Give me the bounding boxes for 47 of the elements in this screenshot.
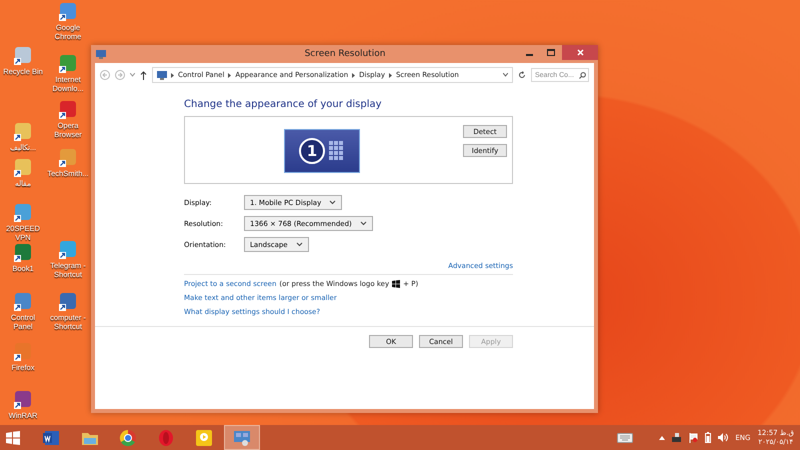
chevron-icon bbox=[228, 72, 232, 78]
shortcut-icon[interactable] bbox=[13, 292, 33, 312]
chevron-icon bbox=[352, 72, 356, 78]
dropdown-icon[interactable] bbox=[503, 73, 508, 77]
shortcut-icon[interactable] bbox=[13, 342, 33, 362]
shortcut-icon[interactable] bbox=[13, 390, 33, 410]
shortcut-icon[interactable] bbox=[58, 2, 78, 22]
caret-icon bbox=[329, 200, 336, 205]
network-icon[interactable] bbox=[672, 433, 682, 442]
chevron-icon bbox=[171, 72, 174, 78]
taskbar-app-button[interactable] bbox=[224, 425, 260, 450]
monitor-icon bbox=[96, 50, 106, 58]
shortcut-icon[interactable] bbox=[58, 148, 78, 168]
window-title: Screen Resolution bbox=[304, 49, 386, 59]
browser-icon bbox=[118, 428, 138, 448]
shortcut-icon[interactable] bbox=[13, 122, 33, 142]
battery-icon[interactable] bbox=[705, 432, 712, 443]
caret-icon bbox=[296, 242, 303, 247]
letter-o-icon bbox=[156, 428, 176, 448]
shortcut-icon[interactable] bbox=[13, 158, 33, 178]
close-button[interactable] bbox=[562, 45, 598, 60]
keyboard-icon[interactable] bbox=[617, 432, 634, 442]
monitor-icon bbox=[157, 70, 167, 80]
shortcut-icon[interactable] bbox=[58, 54, 78, 74]
shortcut-icon[interactable] bbox=[58, 240, 78, 260]
speaker-icon[interactable] bbox=[718, 433, 728, 442]
search-icon bbox=[579, 72, 586, 79]
up-arrow-icon[interactable] bbox=[140, 70, 147, 80]
monitor-drawing[interactable]: 1 bbox=[284, 129, 360, 173]
windows-logo-icon bbox=[392, 280, 400, 288]
flag-icon[interactable] bbox=[689, 432, 698, 442]
shortcut-icon[interactable] bbox=[58, 292, 78, 312]
shortcut-icon[interactable] bbox=[13, 203, 33, 223]
refresh-icon[interactable] bbox=[518, 71, 526, 79]
grid-icon bbox=[329, 140, 345, 162]
play-icon bbox=[194, 428, 214, 448]
section-heading: Change the appearance of your display bbox=[184, 99, 383, 110]
close-icon bbox=[576, 49, 584, 56]
display-number: 1 bbox=[299, 138, 325, 164]
shortcut-icon[interactable] bbox=[13, 243, 33, 263]
dropdown-icon[interactable] bbox=[130, 73, 135, 77]
caret-icon bbox=[360, 221, 367, 226]
shortcut-icon[interactable] bbox=[13, 46, 33, 66]
maximize-icon bbox=[547, 49, 555, 56]
chevron-icon bbox=[388, 72, 392, 78]
shortcut-icon[interactable] bbox=[58, 100, 78, 120]
windows-logo-icon[interactable] bbox=[6, 430, 20, 444]
